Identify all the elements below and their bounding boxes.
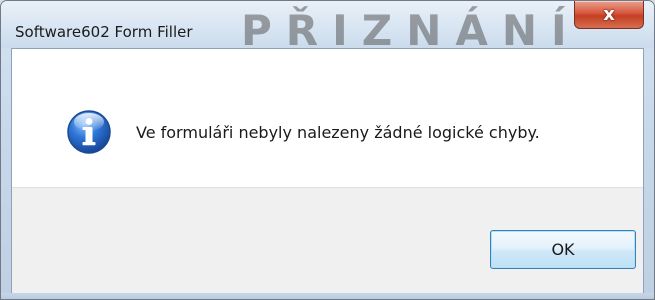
button-strip: OK	[12, 187, 643, 294]
message-text: Ve formuláři nebyly nalezeny žádné logic…	[136, 123, 540, 142]
window-title: Software602 Form Filler	[15, 23, 193, 41]
message-area: Ve formuláři nebyly nalezeny žádné logic…	[12, 49, 643, 187]
title-bar[interactable]: PŘIZNÁNÍ Software602 Form Filler x	[1, 1, 654, 55]
dialog-body: Ve formuláři nebyly nalezeny žádné logic…	[11, 48, 644, 294]
close-button[interactable]: x	[574, 1, 644, 29]
window-frame-bottom	[1, 293, 654, 299]
message-dialog: PŘIZNÁNÍ Software602 Form Filler x Ve fo…	[0, 0, 655, 300]
ok-button[interactable]: OK	[490, 230, 636, 269]
info-icon	[66, 109, 112, 159]
close-icon: x	[603, 3, 615, 25]
